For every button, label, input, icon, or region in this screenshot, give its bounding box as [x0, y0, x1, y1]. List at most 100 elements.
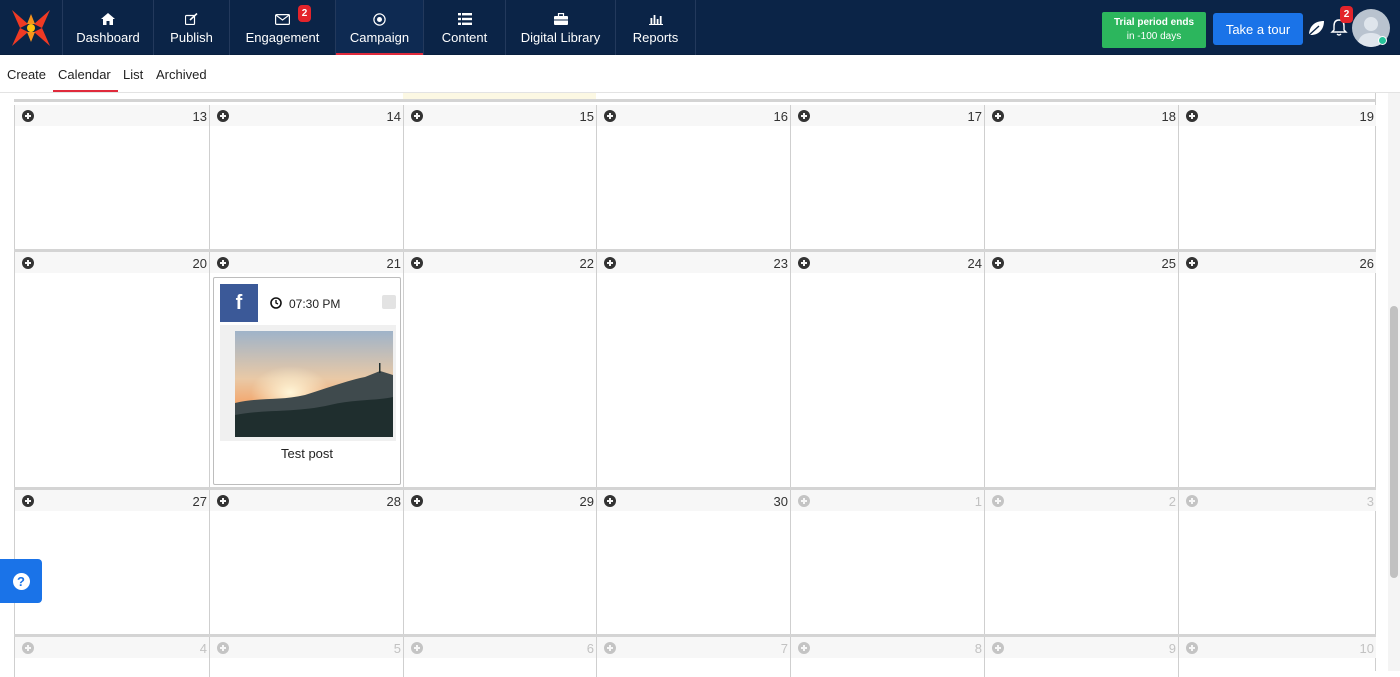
calendar-day-cell[interactable]: 22	[403, 252, 596, 487]
add-post-icon[interactable]	[22, 495, 34, 507]
add-post-icon[interactable]	[992, 257, 1004, 269]
calendar-day-cell[interactable]: 10	[1178, 637, 1376, 677]
add-post-icon[interactable]	[22, 642, 34, 654]
day-header: 6	[404, 637, 596, 658]
trial-banner[interactable]: Trial period ends in -100 days	[1102, 12, 1206, 48]
add-post-icon[interactable]	[798, 257, 810, 269]
calendar-day-cell[interactable]: 26	[1178, 252, 1376, 487]
day-number: 15	[579, 109, 594, 124]
trial-days: in -100 days	[1126, 31, 1182, 42]
post-image-frame	[220, 325, 396, 441]
subnav-calendar[interactable]: Calendar	[58, 67, 111, 82]
calendar-day-cell[interactable]: 8	[790, 637, 984, 677]
nav-dashboard[interactable]: Dashboard	[62, 0, 154, 55]
subnav-list[interactable]: List	[123, 67, 143, 82]
calendar-day-cell[interactable]: 1	[790, 490, 984, 634]
calendar-day-cell[interactable]: 19	[1178, 105, 1376, 250]
page-scrollbar-thumb[interactable]	[1390, 306, 1398, 578]
nav-engagement[interactable]: Engagement 2	[230, 0, 336, 55]
add-post-icon[interactable]	[604, 257, 616, 269]
calendar-day-cell[interactable]: 13	[14, 105, 209, 250]
app-logo[interactable]	[6, 6, 56, 50]
day-header: 24	[791, 252, 984, 273]
day-header: 16	[597, 105, 790, 126]
calendar-day-cell[interactable]: 16	[596, 105, 790, 250]
add-post-icon[interactable]	[604, 495, 616, 507]
calendar-day-cell[interactable]: 17	[790, 105, 984, 250]
add-post-icon[interactable]	[22, 257, 34, 269]
add-post-icon[interactable]	[22, 110, 34, 122]
day-number: 29	[579, 494, 594, 509]
add-post-icon[interactable]	[411, 495, 423, 507]
briefcase-icon	[553, 10, 568, 28]
day-header: 7	[597, 637, 790, 658]
day-header: 28	[210, 490, 403, 511]
calendar-day-cell[interactable]: 6	[403, 637, 596, 677]
calendar-day-cell[interactable]: 18	[984, 105, 1178, 250]
add-post-icon[interactable]	[217, 495, 229, 507]
calendar-day-cell[interactable]: 5	[209, 637, 403, 677]
help-button[interactable]: ?	[0, 559, 42, 603]
day-header: 30	[597, 490, 790, 511]
home-icon	[101, 10, 115, 28]
calendar-day-cell[interactable]: 9	[984, 637, 1178, 677]
calendar-day-cell[interactable]: 25	[984, 252, 1178, 487]
nav-campaign[interactable]: Campaign	[336, 0, 424, 55]
add-post-icon[interactable]	[992, 642, 1004, 654]
nav-publish[interactable]: Publish	[154, 0, 230, 55]
subnav-archived[interactable]: Archived	[156, 67, 207, 82]
add-post-icon[interactable]	[217, 110, 229, 122]
add-post-icon[interactable]	[1186, 110, 1198, 122]
previous-week-row	[14, 93, 1376, 102]
calendar-day-cell[interactable]: 23	[596, 252, 790, 487]
calendar-day-cell[interactable]: 28	[209, 490, 403, 634]
calendar-day-cell[interactable]: 7	[596, 637, 790, 677]
scheduled-post-card[interactable]: f 07:30 PM Test post	[213, 277, 401, 485]
facebook-icon: f	[220, 284, 258, 322]
add-post-icon[interactable]	[604, 110, 616, 122]
day-header: 9	[985, 637, 1178, 658]
day-header: 23	[597, 252, 790, 273]
add-post-icon[interactable]	[217, 642, 229, 654]
day-header: 20	[15, 252, 209, 273]
calendar-day-cell[interactable]: 2	[984, 490, 1178, 634]
add-post-icon[interactable]	[992, 495, 1004, 507]
day-header: 26	[1179, 252, 1376, 273]
add-post-icon[interactable]	[1186, 642, 1198, 654]
nav-reports[interactable]: Reports	[616, 0, 696, 55]
calendar-day-cell[interactable]: 4	[14, 637, 209, 677]
subnav-create[interactable]: Create	[7, 67, 46, 82]
nav-content[interactable]: Content	[424, 0, 506, 55]
week-separator	[14, 487, 1376, 490]
calendar-day-cell[interactable]: 24	[790, 252, 984, 487]
post-image-sunset	[235, 331, 393, 437]
day-header: 29	[404, 490, 596, 511]
add-post-icon[interactable]	[411, 642, 423, 654]
take-tour-button[interactable]: Take a tour	[1213, 13, 1303, 45]
day-number: 25	[1161, 256, 1176, 271]
add-post-icon[interactable]	[604, 642, 616, 654]
add-post-icon[interactable]	[1186, 495, 1198, 507]
calendar-day-cell[interactable]: 27	[14, 490, 209, 634]
add-post-icon[interactable]	[798, 110, 810, 122]
day-header: 27	[15, 490, 209, 511]
add-post-icon[interactable]	[798, 642, 810, 654]
calendar-day-cell[interactable]: 3	[1178, 490, 1376, 634]
nav-label: Campaign	[349, 30, 410, 45]
calendar-day-cell[interactable]: 30	[596, 490, 790, 634]
add-post-icon[interactable]	[992, 110, 1004, 122]
calendar-day-cell[interactable]: 14	[209, 105, 403, 250]
add-post-icon[interactable]	[1186, 257, 1198, 269]
add-post-icon[interactable]	[217, 257, 229, 269]
calendar-day-cell[interactable]: 15	[403, 105, 596, 250]
nav-digital-library[interactable]: Digital Library	[506, 0, 616, 55]
leaf-icon[interactable]	[1306, 18, 1326, 38]
add-post-icon[interactable]	[411, 110, 423, 122]
add-post-icon[interactable]	[798, 495, 810, 507]
add-post-icon[interactable]	[411, 257, 423, 269]
engagement-badge: 2	[298, 5, 311, 22]
calendar-day-cell[interactable]: 29	[403, 490, 596, 634]
trial-title: Trial period ends	[1113, 17, 1195, 28]
post-select-checkbox[interactable]	[382, 295, 396, 309]
calendar-day-cell[interactable]: 20	[14, 252, 209, 487]
